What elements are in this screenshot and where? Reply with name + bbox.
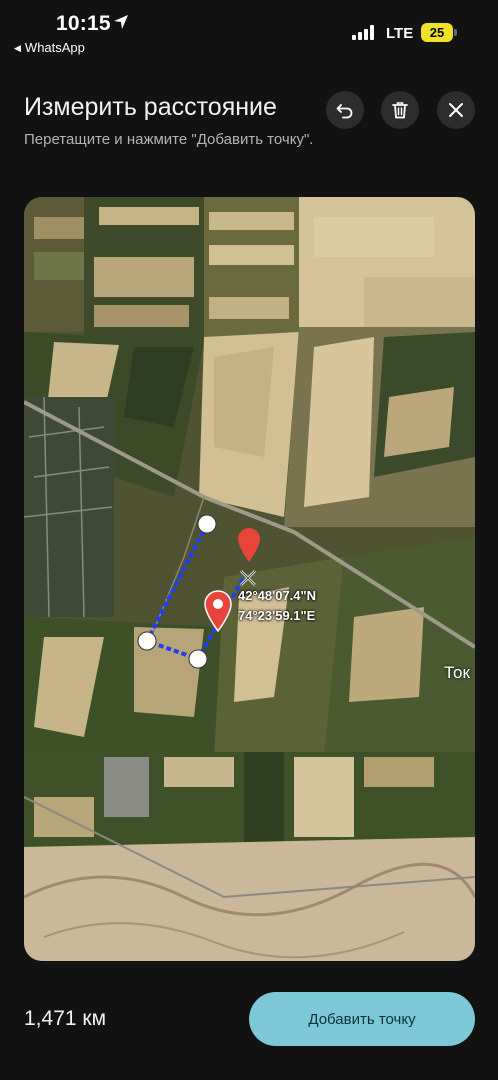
page-title: Измерить расстояние [24, 93, 277, 121]
page-subtitle: Перетащите и нажмите "Добавить точку". [24, 131, 314, 148]
trash-icon [392, 102, 408, 119]
status-time: 10:15 [56, 12, 111, 35]
battery-icon: 25 [421, 23, 457, 42]
latitude: 42°48'07.4"N [238, 588, 317, 603]
back-to-app-link[interactable]: ◀ WhatsApp [14, 40, 85, 55]
battery-level: 25 [421, 23, 453, 42]
coordinates-label: 42°48'07.4"N 74°23'59.1"E [238, 586, 316, 626]
close-button[interactable] [437, 91, 475, 129]
close-icon [449, 103, 463, 117]
dropped-pin-icon[interactable] [203, 590, 233, 632]
undo-icon [336, 104, 353, 119]
add-point-button[interactable]: Добавить точку [249, 992, 475, 1046]
network-type: LTE [386, 25, 414, 42]
signal-bars-icon [352, 25, 376, 40]
status-bar: 10:15 ◀ WhatsApp LTE 25 [0, 0, 498, 60]
location-arrow-icon [114, 15, 128, 29]
longitude: 74°23'59.1"E [238, 608, 316, 623]
distance-readout: 1,471 км [24, 1007, 107, 1030]
undo-button[interactable] [326, 91, 364, 129]
map-pin-icon [238, 528, 260, 562]
delete-button[interactable] [381, 91, 419, 129]
back-triangle-icon: ◀ [14, 43, 21, 53]
place-label: Ток [444, 663, 470, 682]
back-app-label: WhatsApp [24, 40, 85, 55]
satellite-map[interactable]: 42°48'07.4"N 74°23'59.1"E Ток [24, 197, 475, 961]
crosshair-icon [240, 570, 256, 586]
